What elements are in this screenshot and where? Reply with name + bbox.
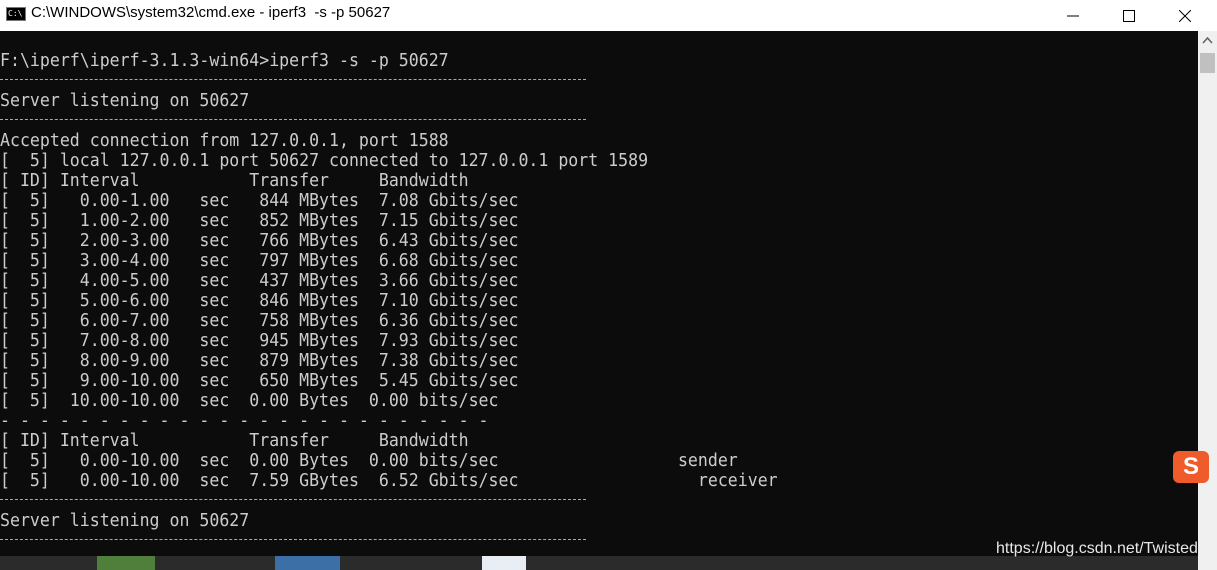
watermark-url: https://blog.csdn.net/Twisted [996, 540, 1198, 557]
taskbar-app-icon[interactable] [275, 556, 340, 570]
taskbar-app-icon[interactable] [97, 556, 155, 570]
console-line: [ 5] 10.00-10.00 sec 0.00 Bytes 0.00 bit… [0, 390, 499, 411]
cmd-app-icon[interactable]: C:\ [6, 7, 26, 21]
taskbar-app-icon[interactable] [482, 556, 526, 570]
maximize-button[interactable] [1101, 0, 1157, 31]
console-line: [ 5] 8.00-9.00 sec 879 MBytes 7.38 Gbits… [0, 350, 519, 371]
close-button[interactable] [1157, 0, 1213, 31]
console-line: [ 5] 0.00-10.00 sec 7.59 GBytes 6.52 Gbi… [0, 470, 778, 491]
console-line: [ 5] 7.00-8.00 sec 945 MBytes 7.93 Gbits… [0, 330, 519, 351]
chevron-up-icon [1202, 36, 1213, 44]
console-line: [ 5] 0.00-1.00 sec 844 MBytes 7.08 Gbits… [0, 190, 519, 211]
console-line: [ ID] Interval Transfer Bandwidth [0, 170, 469, 191]
console-line: [ ID] Interval Transfer Bandwidth [0, 430, 469, 451]
console-line: Accepted connection from 127.0.0.1, port… [0, 130, 449, 151]
console-line: [ 5] 9.00-10.00 sec 650 MBytes 5.45 Gbit… [0, 370, 519, 391]
console-line: Server listening on 50627 [0, 510, 250, 531]
console-line: [ 5] 6.00-7.00 sec 758 MBytes 6.36 Gbits… [0, 310, 519, 331]
scroll-up-button[interactable] [1198, 31, 1217, 50]
console-line: [ 5] local 127.0.0.1 port 50627 connecte… [0, 150, 649, 171]
console-line: F:\iperf\iperf-3.1.3-win64>iperf3 -s -p … [0, 50, 449, 71]
taskbar-strip [0, 556, 1198, 570]
console-line: [ 5] 1.00-2.00 sec 852 MBytes 7.15 Gbits… [0, 210, 519, 231]
console-output[interactable]: F:\iperf\iperf-3.1.3-win64>iperf3 -s -p … [0, 31, 1198, 570]
scroll-thumb[interactable] [1200, 53, 1215, 73]
console-line: [ 5] 4.00-5.00 sec 437 MBytes 3.66 Gbits… [0, 270, 519, 291]
console-line: [ 5] 3.00-4.00 sec 797 MBytes 6.68 Gbits… [0, 250, 519, 271]
console-line: - - - - - - - - - - - - - - - - - - - - … [0, 410, 489, 431]
minimize-icon [1067, 15, 1079, 16]
sogou-ime-icon[interactable]: S [1173, 451, 1209, 483]
console-line: [ 5] 0.00-10.00 sec 0.00 Bytes 0.00 bits… [0, 450, 738, 471]
maximize-icon [1123, 9, 1135, 22]
console-line: [ 5] 5.00-6.00 sec 846 MBytes 7.10 Gbits… [0, 290, 519, 311]
console-line-separator [0, 499, 586, 500]
console-line: [ 5] 2.00-3.00 sec 766 MBytes 6.43 Gbits… [0, 230, 519, 251]
console-line-separator [0, 79, 586, 80]
title-bar[interactable]: C:\ C:\WINDOWS\system32\cmd.exe - iperf3… [0, 0, 1217, 31]
console-line-separator [0, 539, 586, 540]
window-title: C:\WINDOWS\system32\cmd.exe - iperf3 -s … [31, 4, 391, 21]
console-line-separator [0, 119, 586, 120]
minimize-button[interactable] [1045, 0, 1101, 31]
close-icon [1179, 9, 1191, 22]
vertical-scrollbar[interactable] [1198, 31, 1217, 570]
console-line: Server listening on 50627 [0, 90, 250, 111]
